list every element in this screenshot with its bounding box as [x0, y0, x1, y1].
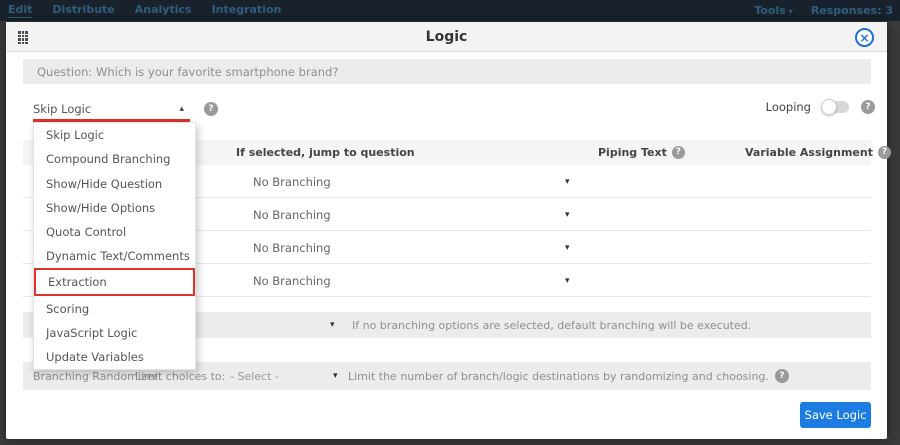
- branching-select-value[interactable]: No Branching: [253, 165, 331, 198]
- chevron-down-icon[interactable]: ▾: [330, 312, 335, 338]
- top-navigation-bar: Edit Distribute Analytics Integration To…: [0, 0, 900, 21]
- chevron-down-icon[interactable]: ▾: [565, 264, 570, 297]
- chevron-down-icon[interactable]: ▾: [565, 231, 570, 264]
- logic-type-select[interactable]: Skip Logic ▴: [33, 99, 190, 118]
- logic-modal: Logic × Question: Which is your favorite…: [6, 22, 887, 439]
- menu-item-quota-control[interactable]: Quota Control: [34, 220, 195, 244]
- looping-toggle[interactable]: [823, 101, 849, 113]
- tools-menu-button[interactable]: Tools▾: [754, 4, 793, 18]
- branching-select-value[interactable]: No Branching: [253, 231, 331, 264]
- chevron-up-icon: ▴: [179, 104, 184, 114]
- nav-tab-edit[interactable]: Edit: [8, 3, 32, 18]
- topbar-right: Tools▾ Responses: 3: [754, 4, 900, 18]
- main-nav: Edit Distribute Analytics Integration: [0, 3, 281, 18]
- close-icon[interactable]: ×: [855, 28, 874, 47]
- chevron-down-icon[interactable]: ▾: [565, 165, 570, 198]
- looping-help-icon[interactable]: ?: [861, 100, 875, 114]
- drag-handle-icon[interactable]: [18, 31, 28, 44]
- nav-tab-integration[interactable]: Integration: [212, 3, 282, 18]
- variable-help-icon[interactable]: ?: [878, 146, 891, 159]
- menu-item-update-variables[interactable]: Update Variables: [34, 345, 195, 369]
- menu-item-extraction[interactable]: Extraction: [34, 268, 195, 296]
- piping-help-icon[interactable]: ?: [672, 146, 685, 159]
- looping-label: Looping: [766, 100, 811, 114]
- logic-type-help-icon[interactable]: ?: [204, 102, 218, 116]
- menu-item-dynamic-text-comments[interactable]: Dynamic Text/Comments: [34, 244, 195, 268]
- nav-tab-distribute[interactable]: Distribute: [52, 3, 114, 18]
- modal-title: Logic: [6, 29, 887, 45]
- column-header-variable: Variable Assignment ?: [745, 140, 891, 165]
- save-logic-button[interactable]: Save Logic: [800, 402, 871, 428]
- menu-item-show-hide-options[interactable]: Show/Hide Options: [34, 196, 195, 220]
- looping-control: Looping ?: [766, 100, 875, 114]
- column-header-jump: If selected, jump to question: [236, 140, 415, 165]
- limit-choices-select[interactable]: - Select -: [230, 362, 279, 390]
- logic-type-value: Skip Logic: [33, 102, 91, 116]
- question-text: Question: Which is your favorite smartph…: [37, 65, 338, 79]
- randomizer-help-icon[interactable]: ?: [775, 369, 789, 383]
- default-branching-note: If no branching options are selected, de…: [352, 312, 751, 338]
- logic-type-dropdown-menu: Skip Logic Compound Branching Show/Hide …: [33, 122, 196, 370]
- menu-item-show-hide-question[interactable]: Show/Hide Question: [34, 171, 195, 195]
- nav-tab-analytics[interactable]: Analytics: [135, 3, 192, 18]
- column-header-piping: Piping Text ?: [598, 140, 685, 165]
- menu-item-scoring[interactable]: Scoring: [34, 296, 195, 320]
- responses-count[interactable]: Responses: 3: [811, 4, 893, 17]
- menu-item-skip-logic[interactable]: Skip Logic: [34, 123, 195, 147]
- chevron-down-icon: ▾: [789, 7, 793, 16]
- question-label-bar: Question: Which is your favorite smartph…: [23, 59, 871, 84]
- chevron-down-icon[interactable]: ▾: [565, 198, 570, 231]
- chevron-down-icon[interactable]: ▾: [333, 362, 338, 390]
- menu-item-javascript-logic[interactable]: JavaScript Logic: [34, 321, 195, 345]
- randomizer-note: Limit the number of branch/logic destina…: [348, 362, 789, 390]
- branching-select-value[interactable]: No Branching: [253, 198, 331, 231]
- toggle-knob: [821, 99, 837, 115]
- modal-header: Logic ×: [6, 22, 887, 52]
- branching-select-value[interactable]: No Branching: [253, 264, 331, 297]
- menu-item-compound-branching[interactable]: Compound Branching: [34, 147, 195, 171]
